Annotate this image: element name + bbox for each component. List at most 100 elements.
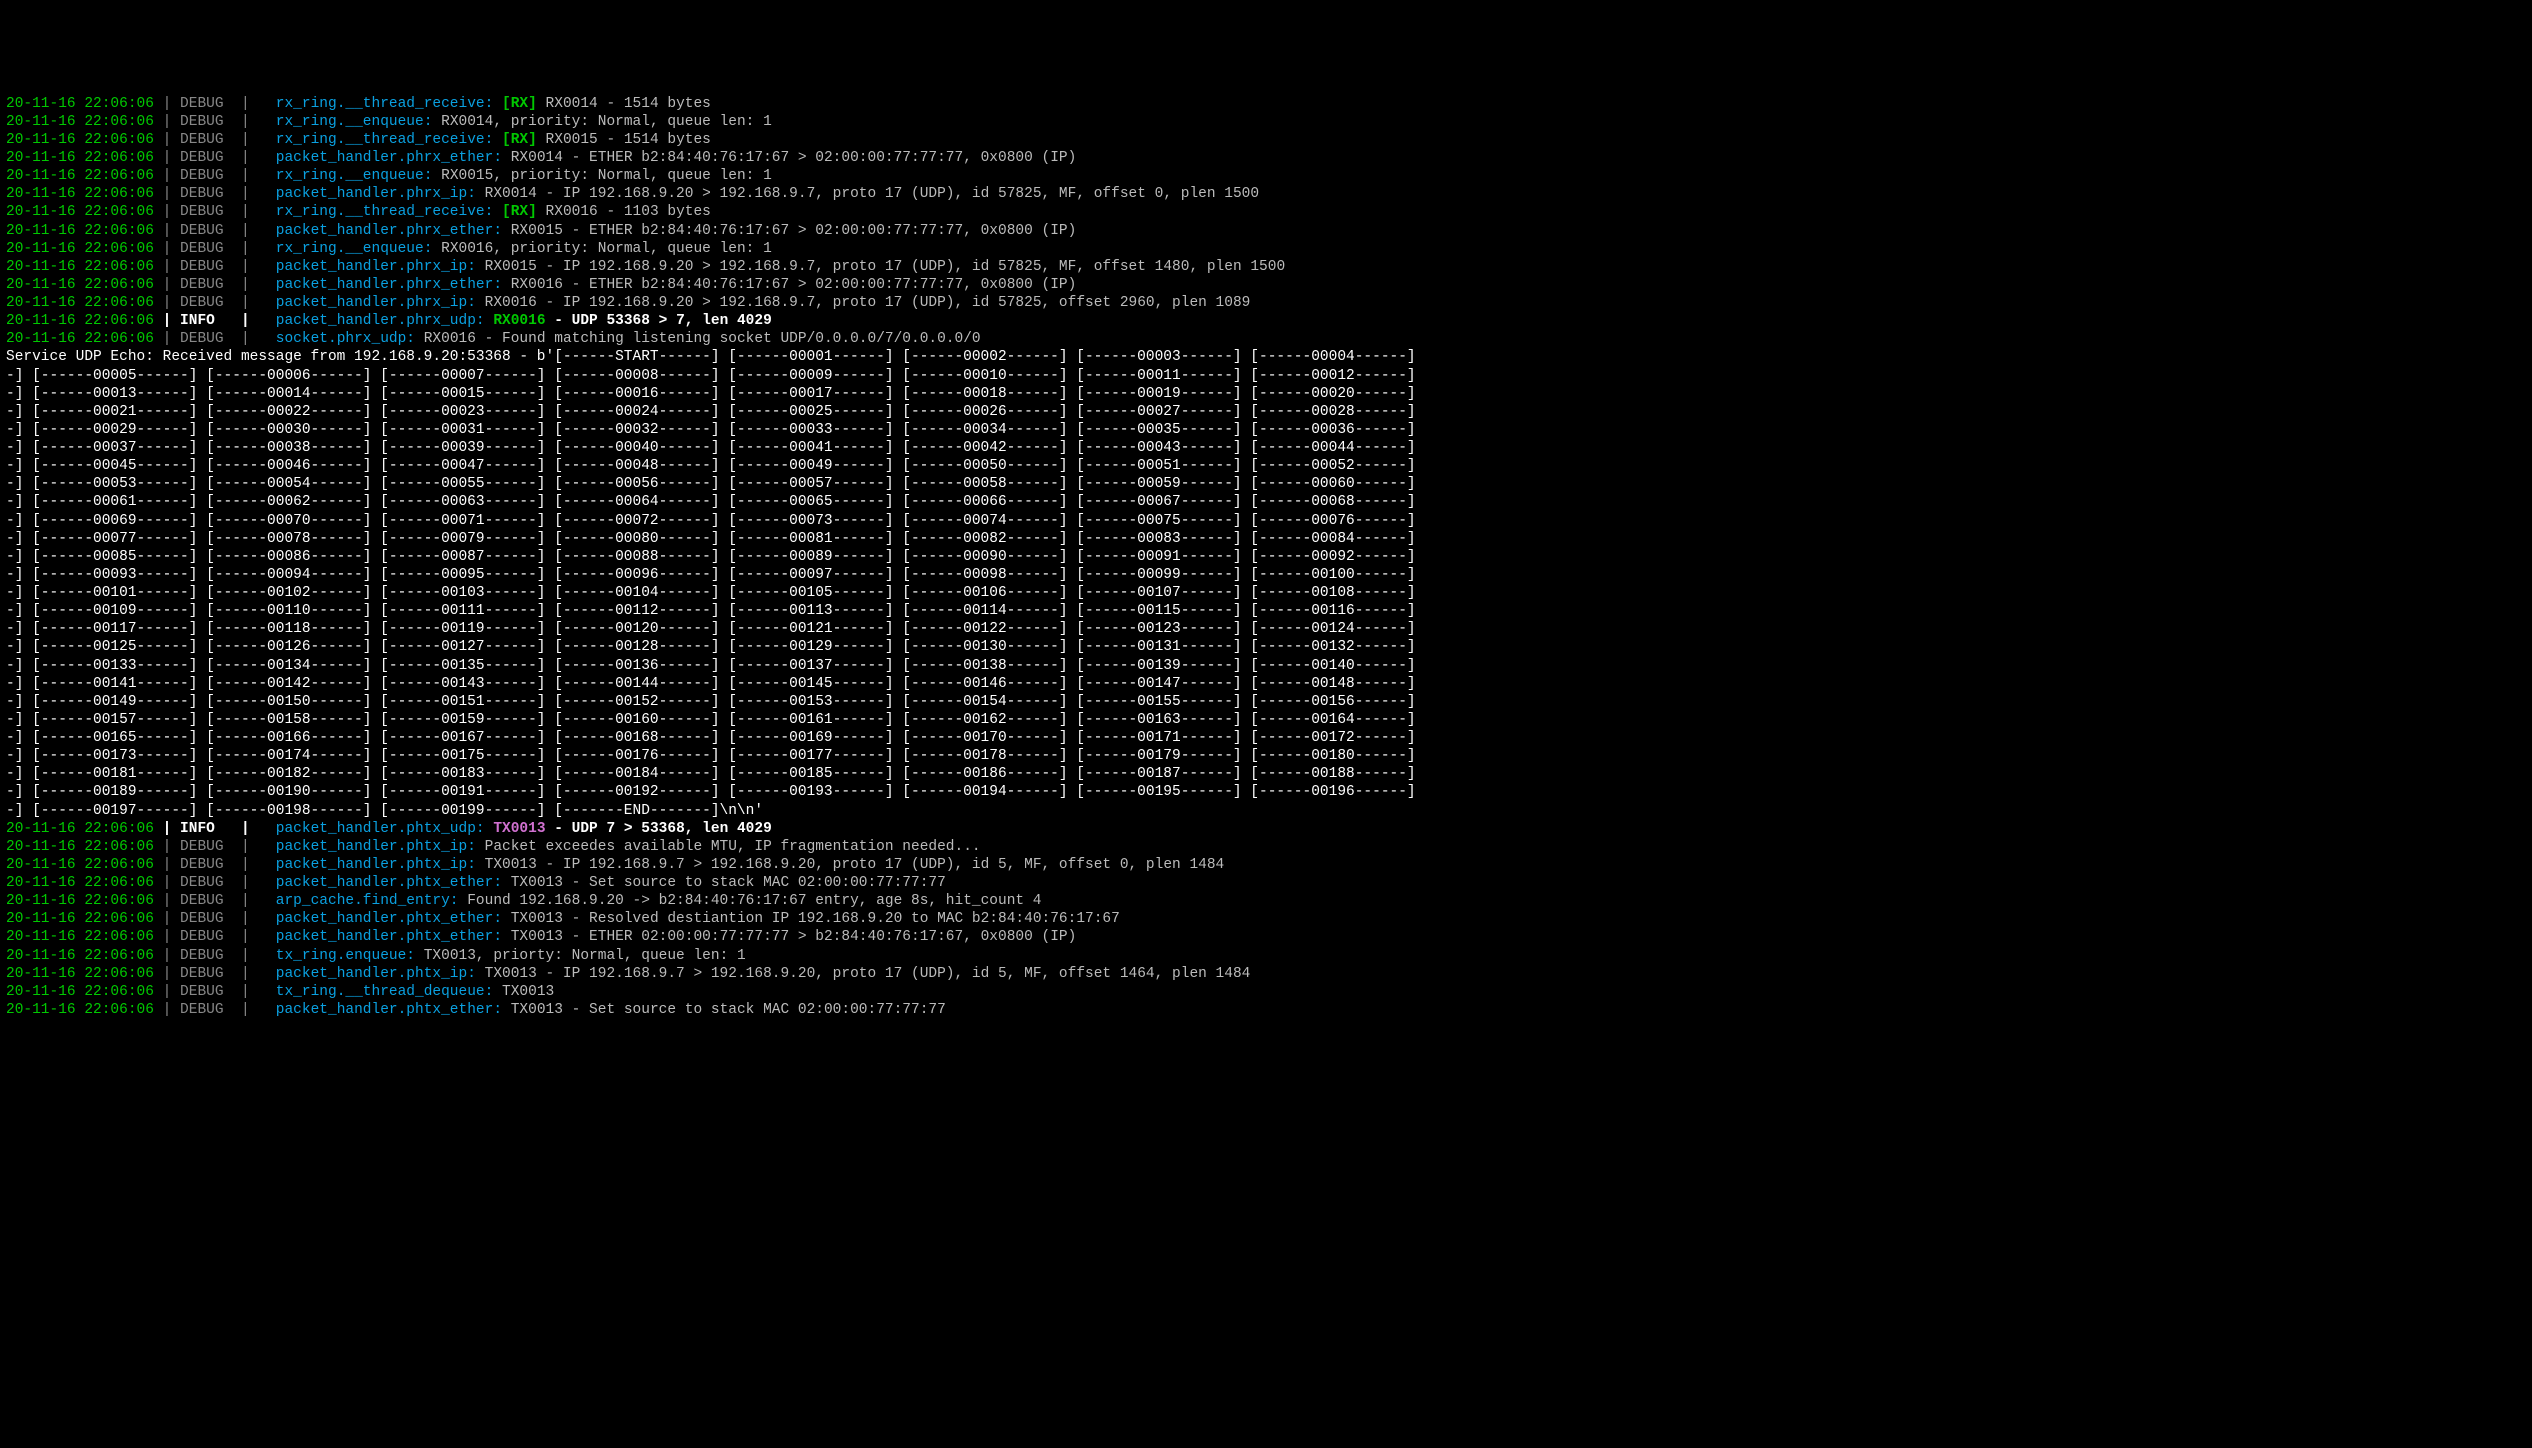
log-separator: | [224,96,259,112]
echo-payload-line: -] [------00093------] [------00094-----… [6,566,2526,584]
log-timestamp: 20-11-16 22:06:06 [6,132,154,148]
log-timestamp: 20-11-16 22:06:06 [6,331,154,347]
log-level: DEBUG [180,277,224,293]
log-message: RX0014 - 1514 bytes [537,96,711,112]
log-message: RX0014, priority: Normal, queue len: 1 [432,114,771,130]
log-timestamp: 20-11-16 22:06:06 [6,313,154,329]
echo-payload-line: -] [------00125------] [------00126-----… [6,638,2526,656]
log-separator: | [224,966,259,982]
log-separator: | [154,132,180,148]
log-message: RX0015 - ETHER b2:84:40:76:17:67 > 02:00… [502,223,1076,239]
log-separator: | [224,186,259,202]
log-level: DEBUG [180,186,224,202]
echo-payload-line: -] [------00181------] [------00182-----… [6,765,2526,783]
log-line: 20-11-16 22:06:06 | DEBUG | packet_handl… [6,185,2526,203]
echo-payload-line: -] [------00045------] [------00046-----… [6,457,2526,475]
log-separator: | [224,132,259,148]
log-line: 20-11-16 22:06:06 | INFO | packet_handle… [6,312,2526,330]
log-level: DEBUG [180,223,224,239]
log-message: RX0015, priority: Normal, queue len: 1 [432,168,771,184]
log-line: 20-11-16 22:06:06 | DEBUG | rx_ring.__th… [6,95,2526,113]
log-separator: | [224,313,259,329]
log-line: 20-11-16 22:06:06 | DEBUG | packet_handl… [6,276,2526,294]
log-message: TX0013 - Resolved destiantion IP 192.168… [502,911,1120,927]
log-line: 20-11-16 22:06:06 | DEBUG | rx_ring.__en… [6,167,2526,185]
log-separator: | [154,114,180,130]
log-separator: | [224,911,259,927]
log-separator: | [224,984,259,1000]
log-source: socket.phrx_udp: [276,331,415,347]
log-message: TX0013 - IP 192.168.9.7 > 192.168.9.20, … [476,966,1250,982]
log-separator: | [224,168,259,184]
log-separator: | [154,259,180,275]
packet-tag: TX0013 [493,821,545,837]
log-level: DEBUG [180,984,224,1000]
log-separator: | [224,204,259,220]
log-line: 20-11-16 22:06:06 | DEBUG | packet_handl… [6,910,2526,928]
log-timestamp: 20-11-16 22:06:06 [6,875,154,891]
echo-payload-line: -] [------00053------] [------00054-----… [6,475,2526,493]
echo-payload-line: -] [------00029------] [------00030-----… [6,421,2526,439]
log-timestamp: 20-11-16 22:06:06 [6,204,154,220]
log-line: 20-11-16 22:06:06 | DEBUG | packet_handl… [6,856,2526,874]
log-timestamp: 20-11-16 22:06:06 [6,966,154,982]
log-separator: | [154,984,180,1000]
log-message: RX0015 - IP 192.168.9.20 > 192.168.9.7, … [476,259,1285,275]
log-separator: | [224,821,259,837]
log-timestamp: 20-11-16 22:06:06 [6,96,154,112]
log-message: RX0016 - ETHER b2:84:40:76:17:67 > 02:00… [502,277,1076,293]
log-source: packet_handler.phtx_udp: [276,821,485,837]
echo-payload-line: -] [------00173------] [------00174-----… [6,747,2526,765]
log-separator: | [154,839,180,855]
log-separator: | [224,948,259,964]
log-message: RX0014 - IP 192.168.9.20 > 192.168.9.7, … [476,186,1259,202]
log-separator: | [224,875,259,891]
log-line: 20-11-16 22:06:06 | DEBUG | tx_ring.enqu… [6,947,2526,965]
log-source: packet_handler.phrx_udp: [276,313,485,329]
log-timestamp: 20-11-16 22:06:06 [6,893,154,909]
echo-payload-line: -] [------00117------] [------00118-----… [6,620,2526,638]
terminal-output: 20-11-16 22:06:06 | DEBUG | rx_ring.__th… [0,91,2532,1023]
echo-payload-line: -] [------00133------] [------00134-----… [6,657,2526,675]
log-source: packet_handler.phtx_ip: [276,857,476,873]
log-line: 20-11-16 22:06:06 | DEBUG | packet_handl… [6,294,2526,312]
log-timestamp: 20-11-16 22:06:06 [6,241,154,257]
echo-payload-line: -] [------00037------] [------00038-----… [6,439,2526,457]
log-source: rx_ring.__thread_receive: [276,204,494,220]
log-level: DEBUG [180,132,224,148]
log-message: RX0016, priority: Normal, queue len: 1 [432,241,771,257]
log-message: RX0016 - 1103 bytes [537,204,711,220]
echo-payload-line: -] [------00141------] [------00142-----… [6,675,2526,693]
echo-payload-line: -] [------00061------] [------00062-----… [6,493,2526,511]
log-separator: | [154,875,180,891]
log-line: 20-11-16 22:06:06 | DEBUG | packet_handl… [6,838,2526,856]
log-separator: | [224,295,259,311]
log-line: 20-11-16 22:06:06 | DEBUG | rx_ring.__en… [6,240,2526,258]
packet-tag: RX0016 [493,313,545,329]
log-separator: | [224,857,259,873]
log-message: - UDP 7 > 53368, len 4029 [546,821,772,837]
log-level: DEBUG [180,204,224,220]
log-separator: | [154,331,180,347]
log-message: Packet exceedes available MTU, IP fragme… [476,839,981,855]
log-level: DEBUG [180,96,224,112]
log-separator: | [154,223,180,239]
log-separator: | [154,186,180,202]
log-level: INFO [180,313,224,329]
log-level: DEBUG [180,150,224,166]
log-message: RX0016 - IP 192.168.9.20 > 192.168.9.7, … [476,295,1250,311]
log-timestamp: 20-11-16 22:06:06 [6,114,154,130]
log-separator: | [224,1002,259,1018]
log-source: packet_handler.phtx_ip: [276,966,476,982]
log-separator: | [224,150,259,166]
log-source: packet_handler.phrx_ether: [276,223,502,239]
log-separator: | [154,966,180,982]
log-message: TX0013 - IP 192.168.9.7 > 192.168.9.20, … [476,857,1224,873]
log-line: 20-11-16 22:06:06 | DEBUG | packet_handl… [6,222,2526,240]
packet-tag: [RX] [502,132,537,148]
log-message: TX0013 - ETHER 02:00:00:77:77:77 > b2:84… [502,929,1076,945]
log-message: TX0013 - Set source to stack MAC 02:00:0… [502,875,946,891]
log-level: DEBUG [180,259,224,275]
log-separator: | [224,114,259,130]
log-line: 20-11-16 22:06:06 | DEBUG | packet_handl… [6,928,2526,946]
